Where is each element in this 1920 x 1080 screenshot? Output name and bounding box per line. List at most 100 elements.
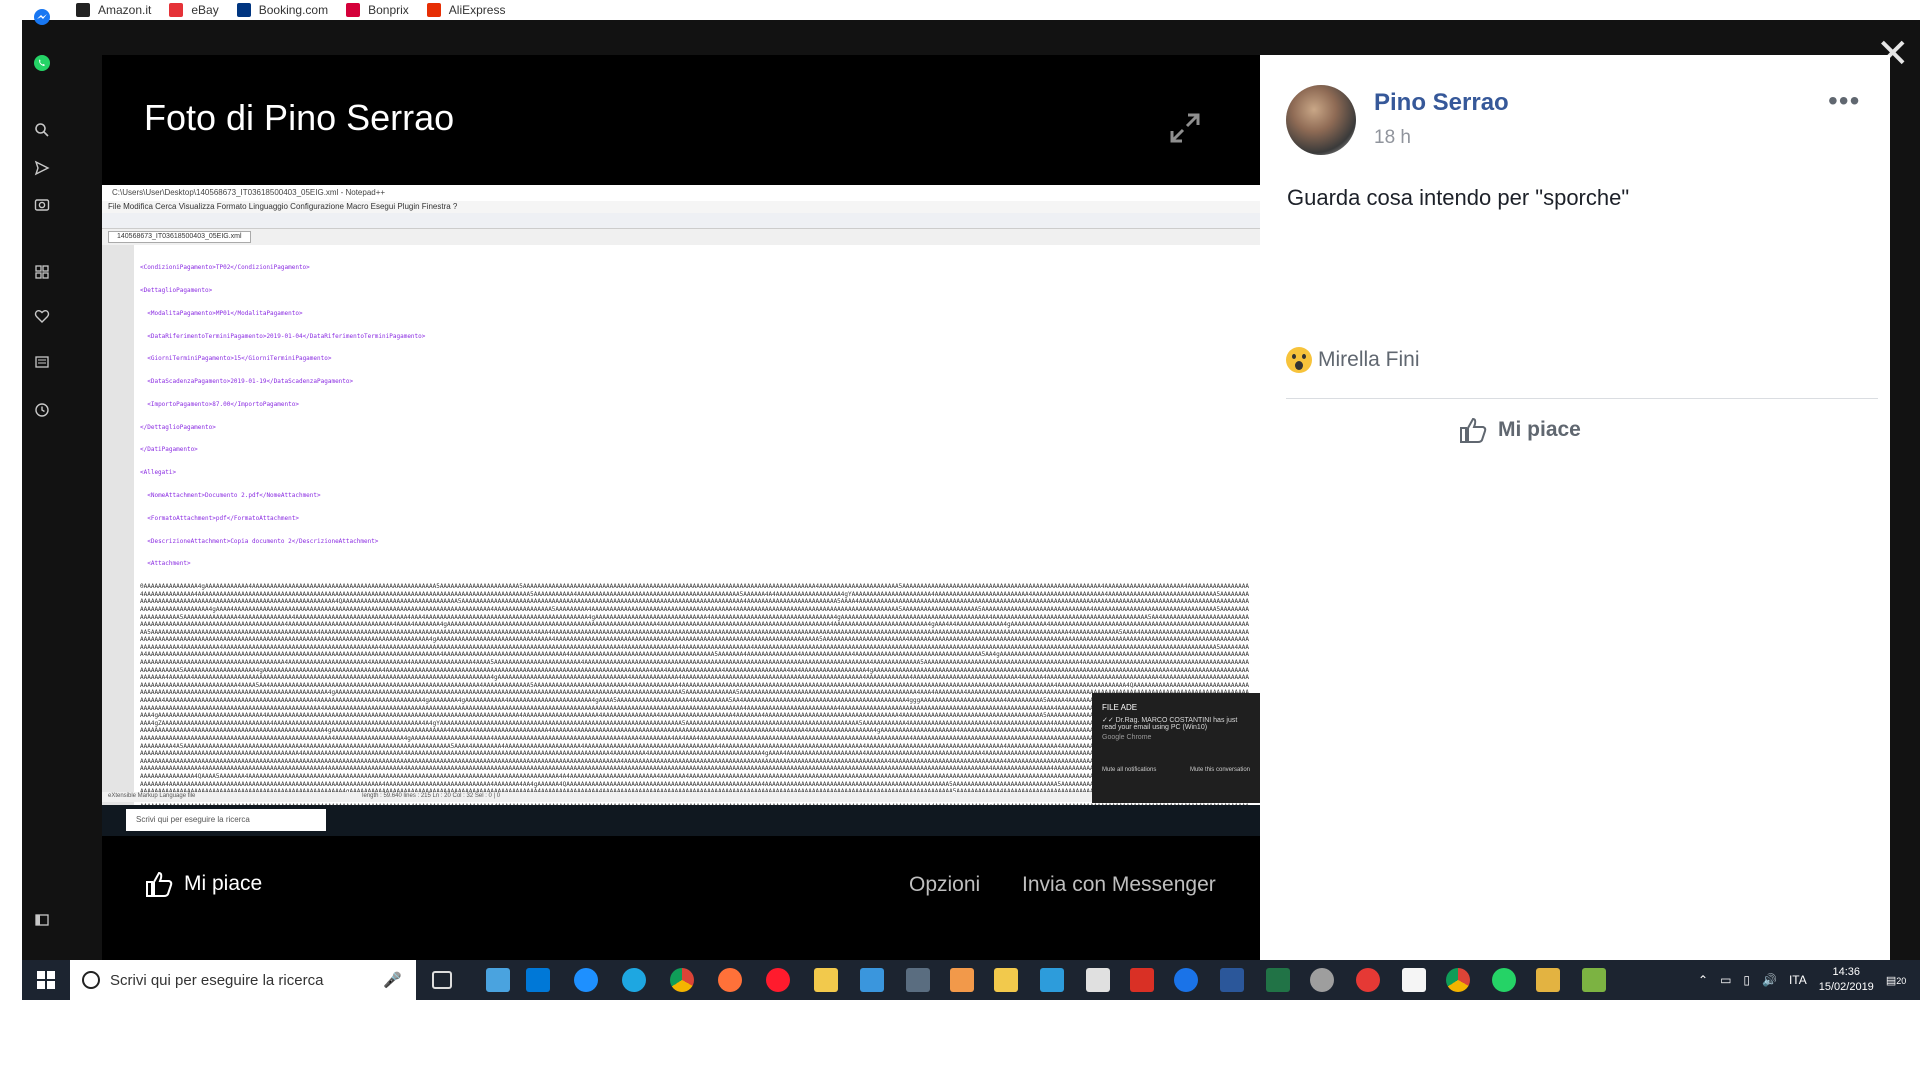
volume-icon[interactable]: 🔊 <box>1762 973 1777 987</box>
options-button[interactable]: Opzioni <box>909 873 980 897</box>
app-icon[interactable] <box>1356 968 1380 992</box>
xml-line: <DescrizioneAttachment>Copia documento 2… <box>140 537 379 545</box>
bookmark-label: AliExpress <box>448 3 506 17</box>
file-explorer-icon[interactable] <box>814 968 838 992</box>
battery-icon[interactable]: ▯ <box>1743 973 1750 987</box>
app-icon[interactable] <box>1086 968 1110 992</box>
post-timestamp[interactable]: 18 h <box>1374 127 1411 149</box>
app-icon[interactable] <box>1040 968 1064 992</box>
photo-screenshot[interactable]: C:\Users\User\Desktop\140568673_IT036185… <box>102 185 1260 836</box>
ie-icon[interactable] <box>622 968 646 992</box>
app-icon[interactable] <box>1536 968 1560 992</box>
whatsapp-icon[interactable] <box>1492 968 1516 992</box>
panel-like-button[interactable]: Mi piace <box>1458 415 1581 445</box>
ebay-icon <box>169 3 184 17</box>
notification-action-mute-all: Mute all notifications <box>1102 767 1157 773</box>
bookmark-bonprix[interactable]: Bonprix <box>346 3 409 17</box>
amazon-icon <box>76 3 90 17</box>
heart-icon[interactable] <box>32 308 52 328</box>
bookmark-label: Amazon.it <box>98 3 152 17</box>
bookmark-label: Bonprix <box>368 3 409 17</box>
bookmark-booking[interactable]: Booking.com <box>236 3 329 17</box>
send-icon[interactable] <box>32 160 52 180</box>
app-icon[interactable] <box>1582 968 1606 992</box>
chrome-profile-icon[interactable] <box>1446 968 1470 992</box>
notification-title: FILE ADE <box>1102 703 1138 712</box>
expand-icon[interactable] <box>1168 111 1202 145</box>
bookmarks-bar: Amazon.it eBay Booking.com Bonprix AliEx… <box>0 0 1920 20</box>
post-panel: Pino Serrao 18 h ••• Guarda cosa intendo… <box>1260 55 1890 960</box>
opera-icon[interactable] <box>766 968 790 992</box>
author-name[interactable]: Pino Serrao <box>1374 89 1509 117</box>
status-filetype: eXtensible Markup Language file <box>108 793 196 799</box>
clock[interactable]: 14:36 15/02/2019 <box>1819 965 1874 995</box>
taskbar-search[interactable]: Scrivi qui per eseguire la ricerca 🎤 <box>70 960 416 1000</box>
notepad-title: C:\Users\User\Desktop\140568673_IT036185… <box>102 185 1260 201</box>
language-indicator[interactable]: ITA <box>1789 973 1807 987</box>
store-icon[interactable] <box>860 968 884 992</box>
app-icon[interactable] <box>994 968 1018 992</box>
whatsapp-icon[interactable] <box>32 54 52 74</box>
viewer-like-label: Mi piace <box>184 872 263 895</box>
base64-attachment-text: 0AAAAAAAAAAAAAAA4gAAAAAAAAAAAA4AAAAAAAAA… <box>140 583 1249 810</box>
viewer-like-button[interactable]: Mi piace <box>144 869 262 899</box>
microphone-icon[interactable]: 🎤 <box>383 971 402 989</box>
xml-line: </DatiPagamento> <box>140 446 198 454</box>
bookmark-amazon[interactable]: Amazon.it <box>76 3 151 17</box>
edge-icon[interactable] <box>574 968 598 992</box>
chevron-up-icon[interactable]: ⌃ <box>1698 973 1708 987</box>
notepad-tab: 140568673_IT03618500403_05EIG.xml <box>108 231 251 243</box>
app-icon[interactable] <box>526 968 550 992</box>
thumbs-up-icon <box>146 871 173 897</box>
bookmark-aliexpress[interactable]: AliExpress <box>426 3 506 17</box>
bookmark-label: Booking.com <box>258 3 329 17</box>
reaction-summary[interactable]: Mirella Fini <box>1286 347 1420 373</box>
mail-icon[interactable] <box>1402 968 1426 992</box>
app-icon[interactable] <box>1174 968 1198 992</box>
avatar[interactable] <box>1286 85 1356 155</box>
app-icon[interactable] <box>1310 968 1334 992</box>
bookmark-label: eBay <box>191 3 219 17</box>
notifications-icon[interactable]: ▤20 <box>1886 974 1906 987</box>
search-icon[interactable] <box>32 122 52 142</box>
xml-line: <Attachment> <box>140 560 191 568</box>
news-icon[interactable] <box>32 354 52 374</box>
aliexpress-icon <box>426 3 441 17</box>
notification-action-mute-conversation: Mute this conversation <box>1189 767 1250 773</box>
browser-sidebar-strip <box>0 0 22 1000</box>
viewer-actions: Mi piace Opzioni Invia con Messenger <box>102 855 1260 915</box>
history-icon[interactable] <box>32 402 52 422</box>
excel-icon[interactable] <box>1266 968 1290 992</box>
network-icon[interactable]: ▭ <box>1720 973 1731 987</box>
chrome-notification: FILE ADE ✓✓ Dr.Rag. MARCO COSTANTINI has… <box>1092 693 1260 803</box>
more-options-icon[interactable]: ••• <box>1828 85 1860 117</box>
clock-time: 14:36 <box>1832 966 1861 978</box>
notepad-status: eXtensible Markup Language file length :… <box>102 792 1260 802</box>
xml-line: <ImportoPagamento>87.00</ImportoPagament… <box>140 400 299 408</box>
taskbar-search-placeholder: Scrivi qui per eseguire la ricerca <box>110 971 324 989</box>
messenger-icon[interactable] <box>32 8 52 28</box>
chrome-icon[interactable] <box>670 968 694 992</box>
xml-line: </DettaglioPagamento> <box>140 423 216 431</box>
app-icon[interactable] <box>906 968 930 992</box>
app-icon[interactable] <box>486 968 510 992</box>
sidebar-toggle-icon[interactable] <box>32 912 52 932</box>
app-icon[interactable] <box>950 968 974 992</box>
speed-dial-icon[interactable] <box>32 264 52 284</box>
camera-icon[interactable] <box>32 196 52 216</box>
windows-start-icon[interactable] <box>36 970 56 990</box>
search-icon <box>82 971 100 989</box>
send-messenger-button[interactable]: Invia con Messenger <box>1022 873 1216 897</box>
browser-sidebar <box>22 0 62 1000</box>
task-view-icon[interactable] <box>432 971 452 989</box>
word-icon[interactable] <box>1220 968 1244 992</box>
firefox-icon[interactable] <box>718 968 742 992</box>
system-tray: ⌃ ▭ ▯ 🔊 ITA 14:36 15/02/2019 ▤20 <box>1698 960 1906 1000</box>
reaction-name: Mirella Fini <box>1318 348 1420 371</box>
notepad-menu: File Modifica Cerca Visualizza Formato L… <box>102 201 1260 213</box>
wow-reaction-icon <box>1286 347 1312 373</box>
bookmark-ebay[interactable]: eBay <box>169 3 219 17</box>
xml-line: <FormatoAttachment>pdf</FormatoAttachmen… <box>140 514 299 522</box>
xml-line: <CondizioniPagamento>TP02</CondizioniPag… <box>140 264 310 272</box>
pdf-icon[interactable] <box>1130 968 1154 992</box>
